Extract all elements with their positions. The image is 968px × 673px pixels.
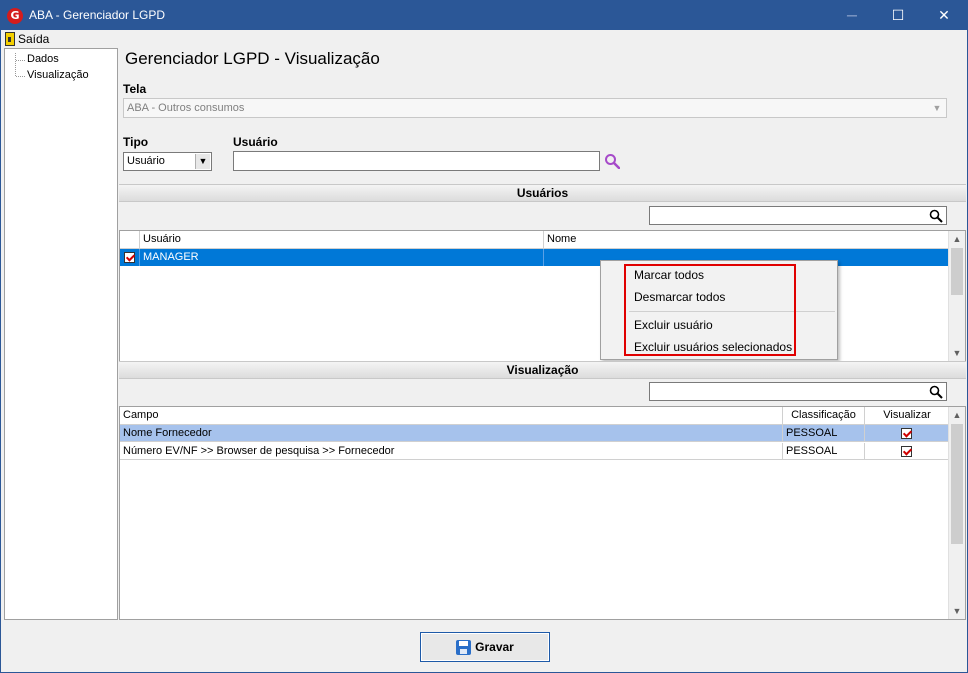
chevron-down-icon: ▼ xyxy=(932,103,942,113)
column-header-visualizar[interactable]: Visualizar xyxy=(865,407,949,424)
maximize-button[interactable]: ☐ xyxy=(875,1,921,30)
users-filter-input[interactable] xyxy=(649,206,947,225)
scrollbar-thumb[interactable] xyxy=(951,248,963,295)
cell-visualizar[interactable] xyxy=(865,443,949,460)
table-row[interactable]: Número EV/NF >> Browser de pesquisa >> F… xyxy=(120,443,949,460)
cell-visualizar[interactable] xyxy=(865,425,949,442)
search-icon[interactable] xyxy=(604,153,620,169)
scroll-down-icon[interactable]: ▼ xyxy=(949,603,965,619)
tipo-select[interactable]: Usuário ▼ xyxy=(123,152,212,171)
cell-classificacao: PESSOAL xyxy=(783,425,865,442)
view-grid: Campo Classificação Visualizar Nome Forn… xyxy=(119,406,966,620)
tipo-label: Tipo xyxy=(123,135,149,149)
view-grid-scrollbar[interactable]: ▲ ▼ xyxy=(948,407,965,619)
search-icon[interactable] xyxy=(929,385,943,399)
exit-menu-label: Saída xyxy=(18,32,50,46)
app-window: G ABA - Gerenciador LGPD ─ ☐ ✕ Saída Dad… xyxy=(0,0,968,673)
users-grid: Usuário Nome MANAGER ▲ ▼ xyxy=(119,230,966,362)
column-header-check[interactable] xyxy=(120,231,140,248)
tree-item-visualizacao[interactable]: Visualização xyxy=(27,69,89,81)
tela-label: Tela xyxy=(123,82,147,96)
tree-connector-line xyxy=(15,53,16,76)
usuario-input[interactable] xyxy=(233,151,600,171)
tree-connector-line xyxy=(16,60,25,61)
scrollbar-thumb[interactable] xyxy=(951,424,963,544)
checkbox-checked[interactable] xyxy=(901,446,912,457)
highlight-box xyxy=(624,264,796,356)
save-button[interactable]: Gravar xyxy=(420,632,550,662)
tipo-select-value: Usuário xyxy=(127,155,165,167)
cell-classificacao: PESSOAL xyxy=(783,443,865,460)
tela-select: ABA - Outros consumos ▼ xyxy=(123,98,947,118)
checkbox-checked[interactable] xyxy=(124,252,135,263)
menu-bar: Saída xyxy=(1,30,967,48)
tela-select-value: ABA - Outros consumos xyxy=(127,102,245,114)
column-header-classificacao[interactable]: Classificação xyxy=(783,407,865,424)
scroll-down-icon[interactable]: ▼ xyxy=(949,345,965,361)
column-header-campo[interactable]: Campo xyxy=(120,407,783,424)
column-header-nome[interactable]: Nome xyxy=(544,231,949,248)
users-section-header: Usuários xyxy=(119,184,966,202)
search-icon[interactable] xyxy=(929,209,943,223)
minimize-button[interactable]: ─ xyxy=(829,1,875,30)
tree-connector-line xyxy=(16,76,25,77)
cell-campo: Nome Fornecedor xyxy=(120,425,783,442)
cell-usuario: MANAGER xyxy=(140,249,544,266)
view-grid-header: Campo Classificação Visualizar xyxy=(120,407,949,425)
tree-item-dados[interactable]: Dados xyxy=(27,53,59,65)
view-section-header: Visualização xyxy=(119,361,966,379)
close-button[interactable]: ✕ xyxy=(921,1,967,30)
scroll-up-icon[interactable]: ▲ xyxy=(949,407,965,423)
usuario-label: Usuário xyxy=(233,135,278,149)
users-grid-header: Usuário Nome xyxy=(120,231,949,249)
navigation-tree: Dados Visualização xyxy=(4,48,118,620)
view-filter-input[interactable] xyxy=(649,382,947,401)
save-button-label: Gravar xyxy=(475,640,514,654)
page-title: Gerenciador LGPD - Visualização xyxy=(125,49,380,68)
door-exit-icon xyxy=(5,32,15,46)
users-grid-scrollbar[interactable]: ▲ ▼ xyxy=(948,231,965,361)
app-logo-icon: G xyxy=(7,8,23,24)
cell-campo: Número EV/NF >> Browser de pesquisa >> F… xyxy=(120,443,783,460)
chevron-down-icon[interactable]: ▼ xyxy=(195,154,210,169)
floppy-icon xyxy=(456,639,472,655)
exit-menu-item[interactable]: Saída xyxy=(5,31,49,47)
table-row[interactable]: Nome Fornecedor PESSOAL xyxy=(120,425,949,442)
row-checkbox-cell[interactable] xyxy=(120,249,140,266)
column-header-usuario[interactable]: Usuário xyxy=(140,231,544,248)
checkbox-checked[interactable] xyxy=(901,428,912,439)
title-bar[interactable]: G ABA - Gerenciador LGPD ─ ☐ ✕ xyxy=(1,1,967,30)
scroll-up-icon[interactable]: ▲ xyxy=(949,231,965,247)
window-title: ABA - Gerenciador LGPD xyxy=(29,8,166,22)
context-menu: Marcar todos Desmarcar todos Excluir usu… xyxy=(600,260,838,360)
